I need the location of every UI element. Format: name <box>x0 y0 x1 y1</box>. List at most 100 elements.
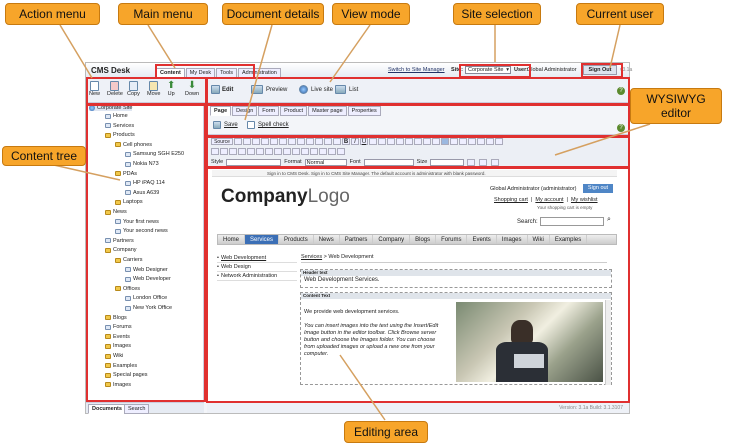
show-blocks-button[interactable] <box>491 158 500 166</box>
tree-item[interactable]: PDAs <box>115 171 137 177</box>
tree-item[interactable]: Partners <box>105 238 134 244</box>
table-button[interactable] <box>229 148 237 155</box>
content-text-region[interactable]: Content Text We provide web development … <box>300 292 612 385</box>
tree-item[interactable]: Laptops <box>115 199 143 205</box>
print-button[interactable] <box>279 138 287 145</box>
tree-item[interactable]: Your first news <box>115 219 159 225</box>
site-menu-item[interactable]: Images <box>497 235 528 244</box>
unlink-button[interactable] <box>486 138 494 145</box>
save-button[interactable]: Save <box>213 121 238 129</box>
textarea-button[interactable] <box>310 148 318 155</box>
my-wishlist-link[interactable]: My wishlist <box>571 197 598 203</box>
cms-desk-link[interactable]: CMS Desk <box>287 171 309 176</box>
tab-properties[interactable]: Properties <box>347 106 381 116</box>
tab-page[interactable]: Page <box>210 106 232 116</box>
tab-design[interactable]: Design <box>232 106 258 116</box>
align-center-button[interactable] <box>450 138 458 145</box>
underline-button[interactable]: U <box>360 138 368 145</box>
paste-text-button[interactable] <box>261 138 269 145</box>
outdent-button[interactable] <box>414 138 422 145</box>
numbered-list-button[interactable] <box>396 138 404 145</box>
checkbox-button[interactable] <box>283 148 291 155</box>
page-break-button[interactable] <box>265 148 273 155</box>
format-select[interactable]: Normal <box>304 158 347 166</box>
delete-button[interactable]: Delete <box>107 81 123 97</box>
view-preview-button[interactable]: Preview <box>251 85 287 94</box>
breadcrumb-link-services[interactable]: Services <box>301 254 322 260</box>
tab-master-page[interactable]: Master page <box>308 106 347 116</box>
text-color-button[interactable] <box>467 158 476 166</box>
tree-item[interactable]: Images <box>105 343 131 349</box>
subscript-button[interactable] <box>378 138 386 145</box>
content-scrollbar[interactable] <box>605 300 611 385</box>
smiley-button[interactable] <box>247 148 255 155</box>
site-menu-item[interactable]: Examples <box>550 235 588 244</box>
tree-item[interactable]: Products <box>105 132 135 138</box>
site-left-link[interactable]: Web Development <box>217 254 297 263</box>
tab-content[interactable]: Content <box>156 68 185 78</box>
tree-item[interactable]: Offices <box>115 286 140 292</box>
help-icon[interactable]: ? <box>617 87 625 95</box>
justify-button[interactable] <box>468 138 476 145</box>
radio-button[interactable] <box>292 148 300 155</box>
tree-item[interactable]: Examples <box>105 363 137 369</box>
help-icon[interactable]: ? <box>617 124 625 132</box>
tab-search[interactable]: Search <box>124 404 150 414</box>
tree-item[interactable]: Web Designer <box>125 267 168 273</box>
indent-button[interactable] <box>423 138 431 145</box>
tab-my-desk[interactable]: My Desk <box>185 68 216 78</box>
company-logo[interactable]: CompanyLogo <box>221 186 350 208</box>
tab-form[interactable]: Form <box>258 106 280 116</box>
tab-administration[interactable]: Administration <box>238 68 281 78</box>
tree-item[interactable]: Events <box>105 334 130 340</box>
my-account-link[interactable]: My account <box>535 197 563 203</box>
up-button[interactable]: ⬆ Up <box>167 81 175 98</box>
view-list-button[interactable]: List <box>335 85 358 94</box>
site-menu-item[interactable]: Company <box>373 235 411 244</box>
tree-item[interactable]: Company <box>105 247 137 253</box>
rule-button[interactable] <box>238 148 246 155</box>
tree-item[interactable]: Special pages <box>105 372 148 378</box>
tree-item[interactable]: Home <box>105 113 128 119</box>
replace-button[interactable] <box>315 138 323 145</box>
size-select[interactable] <box>430 158 465 166</box>
site-menu-item[interactable]: Services <box>245 235 280 244</box>
site-menu-item[interactable]: Partners <box>340 235 374 244</box>
shopping-cart-link[interactable]: Shopping cart <box>494 197 528 203</box>
bold-button[interactable]: B <box>342 138 350 145</box>
site-search-input[interactable] <box>540 217 604 226</box>
font-select[interactable] <box>363 158 414 166</box>
site-menu-item[interactable]: Events <box>467 235 497 244</box>
tab-product[interactable]: Product <box>280 106 308 116</box>
tree-item[interactable]: Images <box>105 382 131 388</box>
site-menu-item[interactable]: Forums <box>436 235 468 244</box>
tree-item[interactable]: Nokia N73 <box>125 161 159 167</box>
undo-button[interactable] <box>288 138 296 145</box>
site-signout-button[interactable]: Sign out <box>583 184 613 193</box>
tree-item[interactable]: News <box>105 209 127 215</box>
tree-item[interactable]: London Office <box>125 295 167 301</box>
tree-item[interactable]: Carriers <box>115 257 143 263</box>
office-photo[interactable] <box>456 302 603 382</box>
tree-item[interactable]: Wiki <box>105 353 123 359</box>
site-menu-item[interactable]: Products <box>279 235 314 244</box>
strike-button[interactable] <box>369 138 377 145</box>
find-button[interactable] <box>306 138 314 145</box>
bulleted-list-button[interactable] <box>405 138 413 145</box>
search-icon[interactable]: ⌕ <box>607 216 611 224</box>
copy-button-editor[interactable] <box>243 138 251 145</box>
tree-item[interactable]: Blogs <box>105 315 127 321</box>
link-button[interactable] <box>477 138 485 145</box>
image-button[interactable] <box>211 148 219 155</box>
tree-item[interactable]: Asus A639 <box>125 190 159 196</box>
textfield-button[interactable] <box>301 148 309 155</box>
form-button[interactable] <box>274 148 282 155</box>
tree-item[interactable]: HP iPAQ 114 <box>125 180 165 186</box>
anchor-button[interactable] <box>495 138 503 145</box>
quick-insert-button[interactable] <box>337 148 345 155</box>
redo-button[interactable] <box>297 138 305 145</box>
paste-word-button[interactable] <box>270 138 278 145</box>
flash-button[interactable] <box>220 148 228 155</box>
tab-documents[interactable]: Documents <box>88 404 126 414</box>
tree-root[interactable]: Corporate Site <box>89 105 133 111</box>
